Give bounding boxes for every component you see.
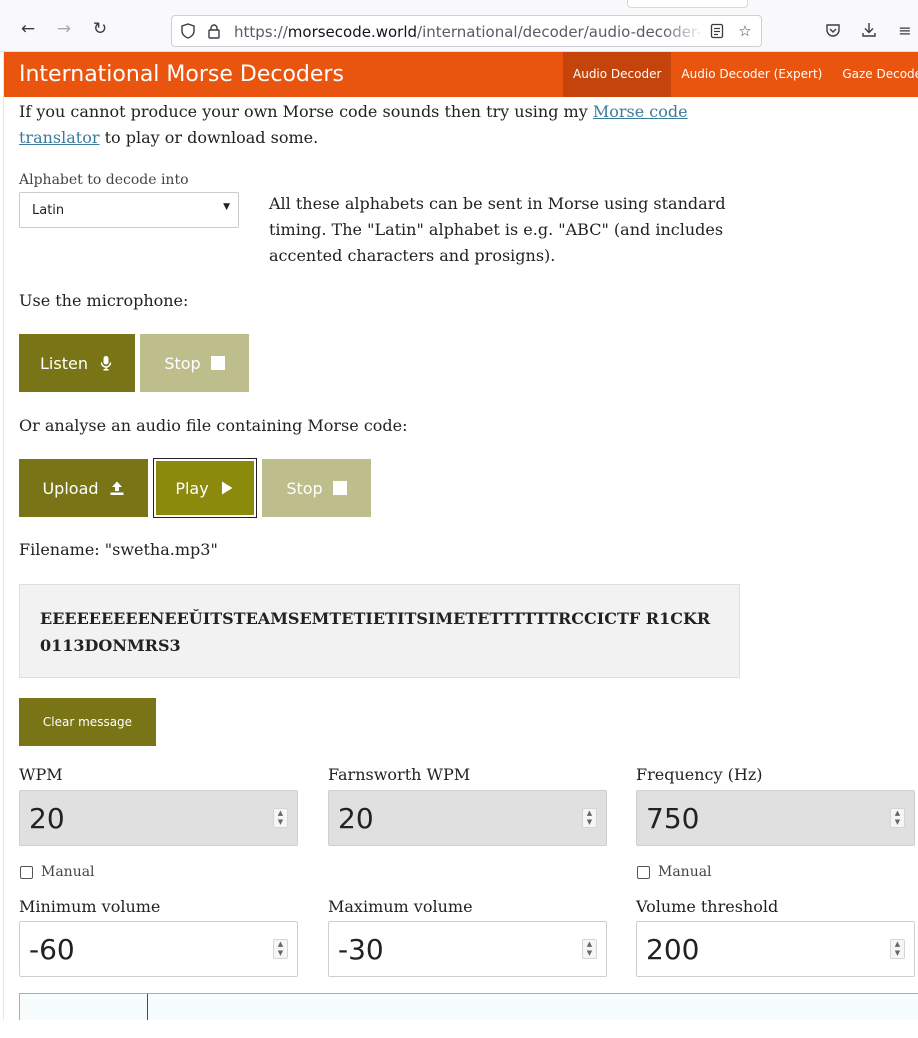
alphabet-select[interactable]: Latin ▼ xyxy=(19,192,239,228)
listen-label: Listen xyxy=(40,353,88,373)
threshold-spinner[interactable]: ▲ ▼ xyxy=(890,939,905,959)
translator-link-continued[interactable]: translator xyxy=(19,128,100,147)
decoded-message: EEEEEEEEENEEŬITSTEAMSEMTETIETITSIMETETTT… xyxy=(40,609,711,655)
min-volume-value: -60 xyxy=(29,933,75,966)
farnsworth-spinner[interactable]: ▲ ▼ xyxy=(582,808,597,828)
frequency-label: Frequency (Hz) xyxy=(636,765,763,784)
threshold-label: Volume threshold xyxy=(636,897,779,916)
bookmark-star-icon[interactable]: ☆ xyxy=(735,21,755,41)
threshold-value: 200 xyxy=(646,933,700,966)
frequency-manual-checkbox[interactable] xyxy=(637,865,650,879)
max-volume-label: Maximum volume xyxy=(328,897,473,916)
frequency-manual-label[interactable]: Manual xyxy=(658,864,712,880)
decoded-output: EEEEEEEEENEEŬITSTEAMSEMTETIETITSIMETETTT… xyxy=(19,584,740,678)
play-button[interactable]: Play xyxy=(153,458,257,518)
translator-link[interactable]: Morse code xyxy=(593,102,688,121)
stop-icon xyxy=(210,356,225,370)
filename-text: Filename: "swetha.mp3" xyxy=(19,540,218,559)
stop-icon xyxy=(332,481,347,495)
play-label: Play xyxy=(175,478,209,498)
alphabet-description: All these alphabets can be sent in Morse… xyxy=(269,194,726,265)
wpm-label: WPM xyxy=(19,765,63,784)
microphone-icon xyxy=(98,355,114,371)
forward-icon[interactable]: → xyxy=(53,18,75,40)
upload-button[interactable]: Upload xyxy=(19,459,148,517)
lock-icon[interactable] xyxy=(204,21,224,41)
wpm-input[interactable]: 20 ▲ ▼ xyxy=(19,790,298,846)
mic-stop-label: Stop xyxy=(164,353,201,373)
shield-icon[interactable] xyxy=(178,21,198,41)
farnsworth-input[interactable]: 20 ▲ ▼ xyxy=(328,790,607,846)
frequency-spinner[interactable]: ▲ ▼ xyxy=(890,808,905,828)
max-volume-input[interactable]: -30 ▲ ▼ xyxy=(328,921,607,977)
wpm-value: 20 xyxy=(29,802,65,835)
intro-text-end: to play or download some. xyxy=(99,128,319,147)
visualizer-cursor-line xyxy=(147,994,148,1021)
downloads-icon[interactable] xyxy=(859,20,879,40)
frequency-input[interactable]: 750 ▲ ▼ xyxy=(636,790,915,846)
min-volume-label: Minimum volume xyxy=(19,897,161,916)
alphabet-label: Alphabet to decode into xyxy=(19,172,189,188)
wpm-manual-label[interactable]: Manual xyxy=(41,864,95,880)
url-path: /international/decoder/audio-decoder-ada xyxy=(417,23,702,41)
max-volume-spinner[interactable]: ▲ ▼ xyxy=(582,939,597,959)
upload-label: Upload xyxy=(42,478,99,498)
site-header: International Morse Decoders Audio Decod… xyxy=(4,52,918,97)
min-volume-input[interactable]: -60 ▲ ▼ xyxy=(19,921,298,977)
clear-message-button[interactable]: Clear message xyxy=(19,698,156,746)
signal-visualizer xyxy=(19,993,918,1021)
intro-paragraph: If you cannot produce your own Morse cod… xyxy=(19,99,719,151)
browser-toolbar: ← → ↻ https://morsecode.world/internatio… xyxy=(0,0,918,52)
tab-edge xyxy=(627,0,748,8)
nav-audio-decoder-expert[interactable]: Audio Decoder (Expert) xyxy=(671,52,832,97)
wpm-spinner[interactable]: ▲ ▼ xyxy=(273,808,288,828)
url-text[interactable]: https://morsecode.world/international/de… xyxy=(234,23,702,41)
chevron-down-icon: ▼ xyxy=(223,202,230,212)
alphabet-selected: Latin xyxy=(32,203,65,218)
site-nav: Audio Decoder Audio Decoder (Expert) Gaz… xyxy=(563,52,918,97)
frequency-value: 750 xyxy=(646,802,700,835)
main-content: If you cannot produce your own Morse cod… xyxy=(4,97,918,1021)
play-icon xyxy=(219,480,235,496)
max-volume-value: -30 xyxy=(338,933,384,966)
upload-icon xyxy=(109,480,125,496)
back-icon[interactable]: ← xyxy=(17,18,39,40)
url-bar[interactable]: https://morsecode.world/international/de… xyxy=(171,15,762,47)
reload-icon[interactable]: ↻ xyxy=(89,18,111,40)
min-volume-spinner[interactable]: ▲ ▼ xyxy=(273,939,288,959)
file-stop-button[interactable]: Stop xyxy=(262,459,371,517)
file-stop-label: Stop xyxy=(286,478,323,498)
url-fade xyxy=(662,18,704,44)
nav-audio-decoder[interactable]: Audio Decoder xyxy=(563,52,672,97)
menu-icon[interactable]: ≡ xyxy=(895,20,915,40)
intro-text: If you cannot produce your own Morse cod… xyxy=(19,102,593,121)
reader-view-icon[interactable] xyxy=(707,21,727,41)
farnsworth-label: Farnsworth WPM xyxy=(328,765,471,784)
wpm-manual-checkbox[interactable] xyxy=(20,865,33,879)
frequency-manual-row: Manual xyxy=(637,864,712,880)
threshold-input[interactable]: 200 ▲ ▼ xyxy=(636,921,915,977)
mic-stop-button[interactable]: Stop xyxy=(140,334,249,392)
site-title[interactable]: International Morse Decoders xyxy=(19,62,344,87)
pocket-icon[interactable] xyxy=(823,20,843,40)
listen-button[interactable]: Listen xyxy=(19,334,135,392)
nav-gaze-decoder[interactable]: Gaze Decoder xyxy=(832,52,918,97)
window-bottom-edge xyxy=(0,1020,918,1038)
url-scheme: https:// xyxy=(234,23,288,41)
wpm-manual-row: Manual xyxy=(20,864,95,880)
audio-file-heading: Or analyse an audio file containing Mors… xyxy=(19,416,408,435)
microphone-heading: Use the microphone: xyxy=(19,291,189,310)
farnsworth-value: 20 xyxy=(338,802,374,835)
url-host: morsecode.world xyxy=(287,23,418,41)
